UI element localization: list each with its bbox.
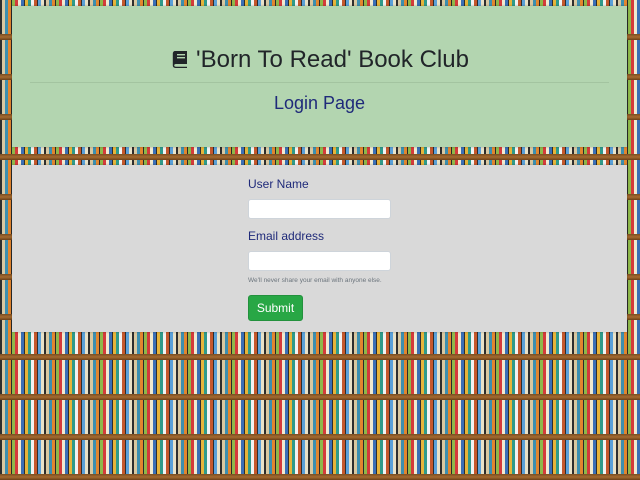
header-divider bbox=[30, 82, 609, 83]
header-banner: 'Born To Read' Book Club Login Page bbox=[12, 6, 627, 147]
submit-button[interactable]: Submit bbox=[248, 295, 303, 321]
login-form-panel: User Name Email address We'll never shar… bbox=[12, 165, 627, 332]
page-title: 'Born To Read' Book Club bbox=[12, 46, 627, 76]
club-name: 'Born To Read' Book Club bbox=[196, 46, 469, 73]
username-input[interactable] bbox=[248, 199, 391, 219]
page-subtitle: Login Page bbox=[273, 93, 366, 113]
username-label: User Name bbox=[248, 177, 309, 191]
book-icon bbox=[170, 48, 190, 76]
email-label: Email address bbox=[248, 229, 325, 243]
email-input[interactable] bbox=[248, 251, 391, 271]
email-help-text: We'll never share your email with anyone… bbox=[248, 277, 382, 284]
page-background: { "header": { "icon": "book-icon", "titl… bbox=[0, 0, 640, 480]
